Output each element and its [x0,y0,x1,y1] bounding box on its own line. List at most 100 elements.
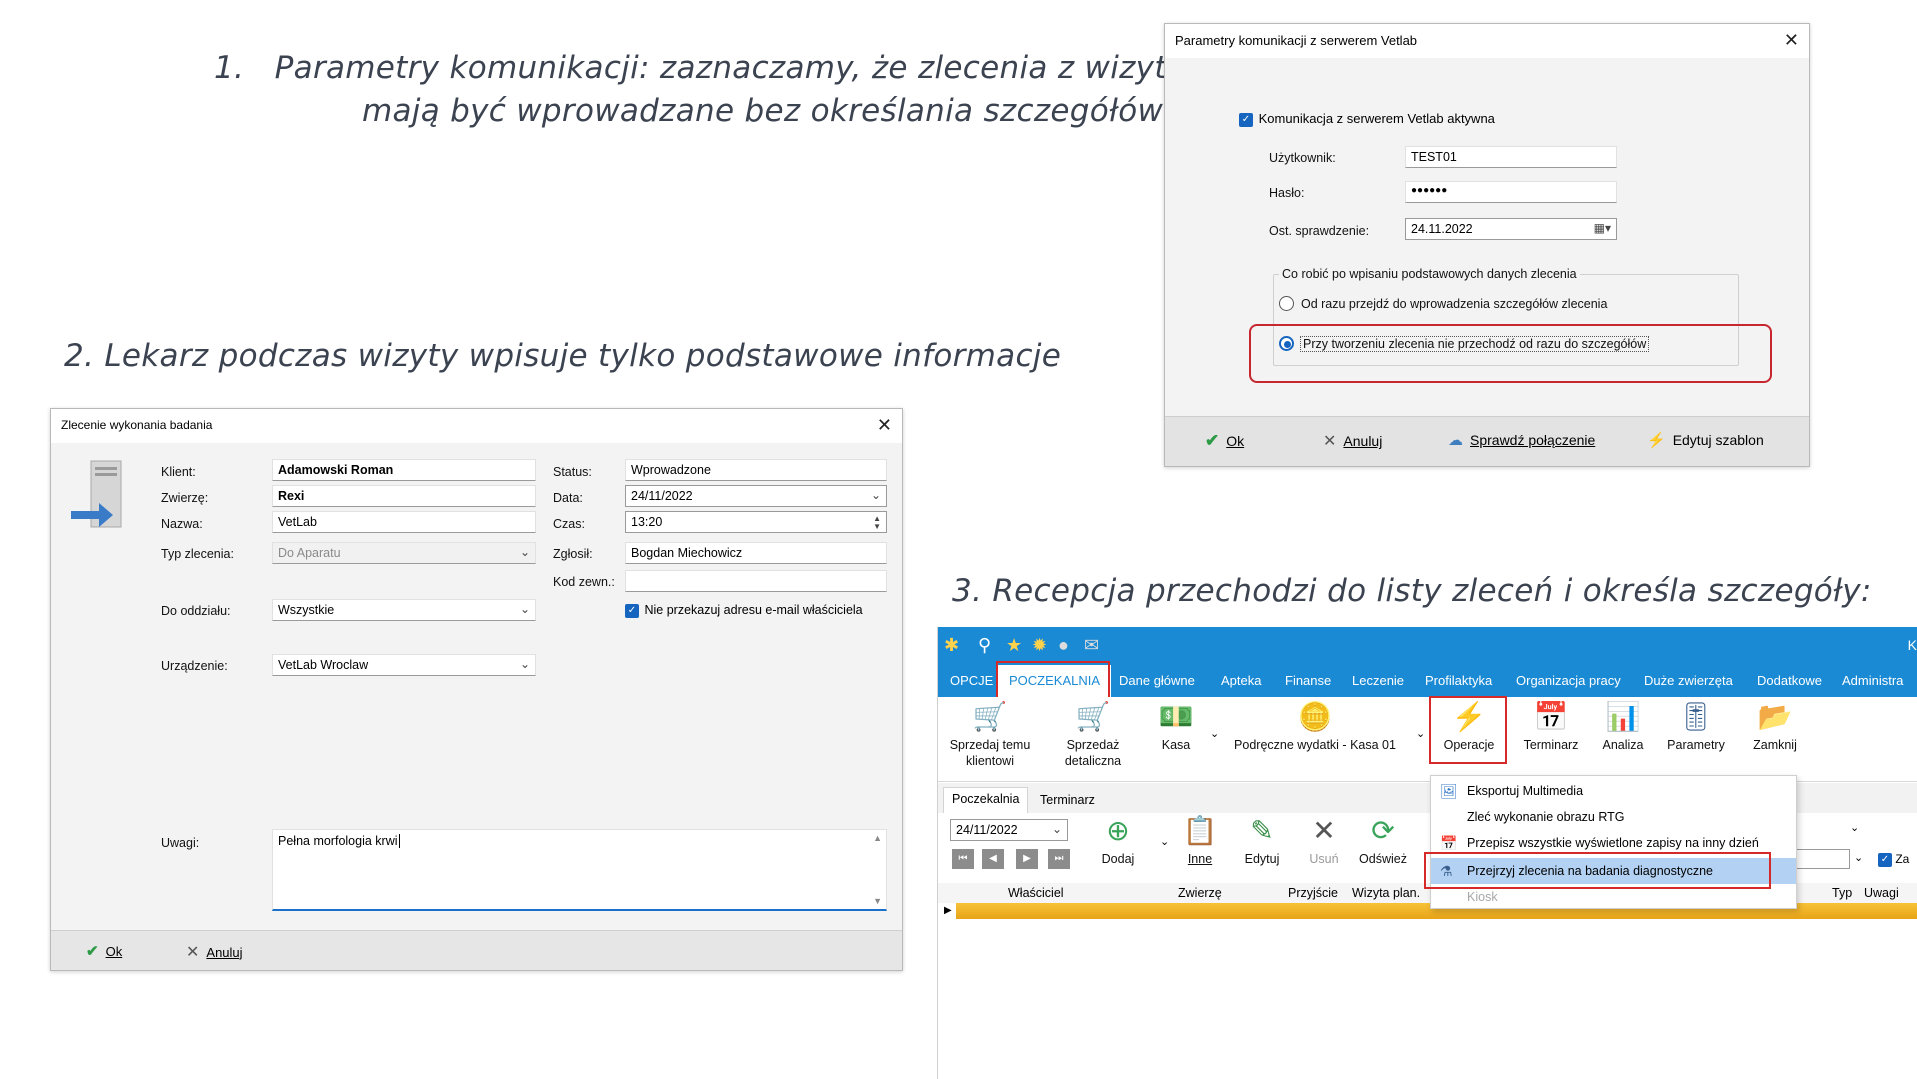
last-check-date-input[interactable]: 24.11.2022 ▦▾ [1405,218,1617,240]
list-date-value: 24/11/2022 [956,823,1018,837]
tab-finanse[interactable]: Finanse [1285,673,1331,688]
za-checkbox[interactable]: ✓ Za [1878,852,1909,867]
subtab-terminarz[interactable]: Terminarz [1032,789,1103,811]
tab-dodatkowe[interactable]: Dodatkowe [1757,673,1822,688]
petty-expenses-button[interactable]: 🪙 Podręczne wydatki - Kasa 01 [1230,701,1400,753]
filter-chevron-icon[interactable]: ⌄ [1850,821,1859,834]
cancel-button[interactable]: ✕ Anuluj [1323,431,1382,451]
parameters-button[interactable]: 🎚 Parametry [1662,701,1730,753]
col-animal[interactable]: Zwierzę [1178,886,1222,900]
sell-to-client-button[interactable]: 🛒 Sprzedaj temu klientowi [946,701,1034,769]
add-button[interactable]: ⊕ Dodaj [1098,815,1138,867]
close-icon[interactable]: ✕ [877,415,892,436]
refresh-button[interactable]: ⟳ Odśwież [1358,815,1408,867]
chevron-down-icon[interactable]: ⌄ [1416,727,1425,740]
ok-button[interactable]: ✔ Ok [1205,431,1244,451]
reported-input[interactable]: Bogdan Miechowicz [625,542,887,564]
last-check-label: Ost. sprawdzenie: [1269,224,1370,238]
order-type-select[interactable]: Do Aparatu ⌄ [272,542,536,564]
edit-template-button[interactable]: ⚡ Edytuj szablon [1647,431,1764,449]
checkbox-checked-icon: ✓ [1239,112,1253,127]
sun-icon[interactable]: ✹ [1032,635,1047,656]
step2-heading: 2. Lekarz podczas wizyty wpisuje tylko p… [64,338,1062,374]
edit-label: Edytuj [1244,852,1280,866]
tab-organizacja-pracy[interactable]: Organizacja pracy [1516,673,1621,688]
tab-opcje[interactable]: OPCJE [950,673,993,688]
refresh-label: Odśwież [1359,852,1407,866]
order-dialog-footer: ✔ Ok ✕ Anuluj [51,930,902,970]
notes-textarea[interactable]: Pełna morfologia krwi ▲ ▼ [272,829,887,911]
name-input[interactable]: VetLab [272,511,536,533]
device-select[interactable]: VetLab Wroclaw ⌄ [272,654,536,676]
check-connection-button[interactable]: ☁ Sprawdź połączenie [1448,431,1595,449]
prev-page-icon[interactable]: ◀ [982,849,1004,869]
tab-dane-glowne[interactable]: Dane główne [1119,673,1195,688]
dept-select[interactable]: Wszystkie ⌄ [272,599,536,621]
close-app-button[interactable]: 📂 Zamknij [1746,701,1804,753]
tab-profilaktyka[interactable]: Profilaktyka [1425,673,1492,688]
clipboard-check-icon: 📋 [1182,815,1218,846]
other-button[interactable]: 📋 Inne [1182,815,1218,867]
col-owner[interactable]: Właściciel [1008,886,1064,900]
client-input[interactable]: Adamowski Roman [272,459,536,481]
close-app-label: Zamknij [1753,738,1797,752]
user-input[interactable]: TEST01 [1405,146,1617,168]
subtab-poczekalnia[interactable]: Poczekalnia [943,787,1029,813]
col-arrival[interactable]: Przyjście [1288,886,1338,900]
ok-button[interactable]: ✔ Ok [86,942,122,960]
schedule-button[interactable]: 📅 Terminarz [1518,701,1584,753]
search-icon[interactable]: ⚲ [978,635,991,656]
list-date-select[interactable]: 24/11/2022 ⌄ [950,819,1068,841]
tab-administracja[interactable]: Administra [1842,673,1903,688]
menu-item-label: Kiosk [1467,890,1498,904]
password-input[interactable]: ●●●●●● [1405,181,1617,203]
next-page-icon[interactable]: ▶ [1016,849,1038,869]
time-input[interactable]: 13:20 ▲ ▼ [625,511,887,533]
chevron-down-icon[interactable]: ⌄ [1210,727,1219,740]
vetlab-active-checkbox[interactable]: ✓ Komunikacja z serwerem Vetlab aktywna [1239,111,1495,127]
time-value: 13:20 [631,515,663,529]
tab-duze-zwierzeta[interactable]: Duże zwierzęta [1644,673,1733,688]
first-page-icon[interactable]: ⏮ [952,849,974,869]
circle-icon[interactable]: ● [1058,635,1069,656]
star-icon[interactable]: ★ [1006,635,1022,656]
order-dialog: Zlecenie wykonania badania ✕ Klient: Ada… [50,408,903,971]
col-notes[interactable]: Uwagi [1864,886,1899,900]
other-label: Inne [1187,852,1213,866]
col-type[interactable]: Typ [1832,886,1852,900]
calendar-dropdown-icon[interactable]: ▦▾ [1594,221,1611,235]
chevron-down-icon: ⌄ [519,602,530,616]
last-page-icon[interactable]: ⏭ [1048,849,1070,869]
pencil-icon: ✎ [1250,815,1274,846]
scroll-down-icon[interactable]: ▼ [873,896,882,906]
date-select[interactable]: 24/11/2022 ⌄ [625,485,887,507]
tab-leczenie[interactable]: Leczenie [1352,673,1404,688]
chevron-down-icon[interactable]: ⌄ [1854,851,1863,864]
analysis-button[interactable]: 📊 Analiza [1594,701,1652,753]
menu-item-order-xray[interactable]: Zleć wykonanie obrazu RTG [1431,804,1796,830]
no-email-checkbox[interactable]: ✓ Nie przekazuj adresu e-mail właściciel… [625,603,863,618]
chevron-down-icon: ⌄ [519,657,530,671]
chevron-down-icon[interactable]: ⌄ [871,488,881,502]
cash-button[interactable]: 💵 Kasa [1156,701,1196,753]
delete-button[interactable]: ✕ Usuń [1306,815,1342,867]
ext-code-input[interactable] [625,570,887,592]
tab-apteka[interactable]: Apteka [1221,673,1261,688]
retail-sale-button[interactable]: 🛒 Sprzedaż detaliczna [1058,701,1128,769]
multimedia-icon: 🖼 [1440,783,1458,799]
scroll-up-icon[interactable]: ▲ [873,833,882,843]
option-details-radio[interactable] [1279,296,1294,311]
menu-item-export-multimedia[interactable]: 🖼 Eksportuj Multimedia [1431,778,1796,804]
mail-icon[interactable]: ✉ [1084,635,1099,656]
cancel-button[interactable]: ✕ Anuluj [186,942,243,962]
animal-input[interactable]: Rexi [272,485,536,507]
edit-button[interactable]: ✎ Edytuj [1238,815,1286,867]
check-connection-label: Sprawdź połączenie [1470,432,1596,448]
cart-icon: 🛒 [1075,701,1111,732]
spinner-icon[interactable]: ▲ ▼ [873,515,881,531]
col-visit-planned[interactable]: Wizyta plan. [1352,886,1420,900]
highlight-box [1249,324,1772,383]
status-input[interactable]: Wprowadzone [625,459,887,481]
close-icon[interactable]: ✕ [1784,30,1799,51]
chevron-down-icon[interactable]: ⌄ [1160,835,1169,848]
